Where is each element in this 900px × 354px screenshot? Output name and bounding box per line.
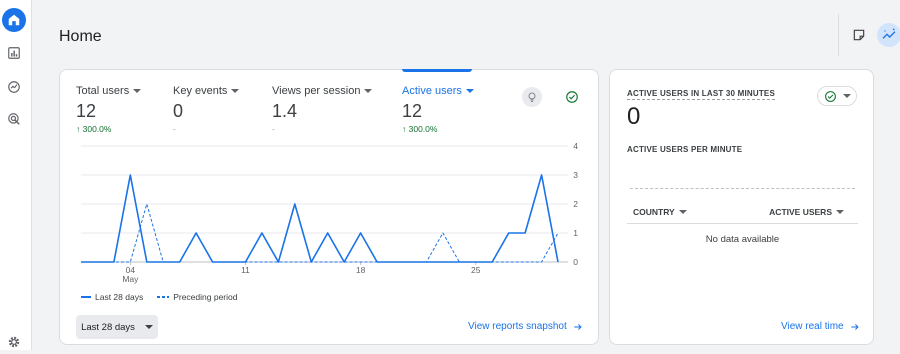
legend-solid-line-icon (81, 296, 91, 298)
column-header-active-users[interactable]: ACTIVE USERS (769, 207, 844, 217)
view-real-time-link[interactable]: View real time (781, 321, 860, 332)
main-content: Home Total users 12 ↑ 300.0% Key events … (33, 0, 900, 350)
column-header-country[interactable]: COUNTRY (633, 207, 687, 217)
notes-button[interactable] (847, 23, 871, 47)
metric-label[interactable]: Active users (402, 85, 474, 97)
metric-views-per-session[interactable]: Views per session 1.4 - (272, 85, 373, 135)
nav-home-button[interactable] (2, 8, 26, 32)
metric-value: 12 (76, 101, 97, 121)
notes-icon (853, 29, 865, 41)
metric-label[interactable]: Views per session (272, 85, 373, 97)
chart-legend: Last 28 days Preceding period (81, 292, 237, 302)
legend-dashed-line-icon (157, 296, 170, 298)
y-tick-label: 3 (573, 170, 578, 180)
lightbulb-icon (528, 92, 536, 102)
metric-change: ↑ 300.0% (402, 124, 438, 134)
caret-down-icon (842, 94, 851, 98)
metric-label[interactable]: Total users (76, 85, 142, 97)
users-line-chart: 0 1 2 3 4 04 May 11 18 25 (60, 140, 600, 290)
left-nav-sidebar (0, 0, 32, 350)
realtime-card: ACTIVE USERS IN LAST 30 MINUTES 0 ACTIVE… (609, 69, 874, 345)
gear-icon (8, 336, 20, 348)
metric-label[interactable]: Key events (173, 85, 240, 97)
nav-explore-button[interactable] (2, 75, 26, 99)
realtime-title: ACTIVE USERS IN LAST 30 MINUTES (627, 89, 775, 100)
active-tab-indicator (402, 69, 472, 72)
metric-change: ↑ 300.0% (76, 124, 112, 134)
top-actions (838, 14, 900, 56)
realtime-table-header: COUNTRY ACTIVE USERS (627, 204, 858, 224)
metric-total-users[interactable]: Total users 12 ↑ 300.0% (76, 85, 142, 135)
metric-value: 0 (173, 101, 184, 121)
nav-advertising-button[interactable] (2, 107, 26, 131)
metrics-overview-card: Total users 12 ↑ 300.0% Key events 0 - V… (59, 69, 599, 345)
insights-icon (882, 28, 896, 39)
insights-suggestion-button[interactable] (522, 87, 542, 107)
chart-svg: 0123404May11 18 25 (81, 141, 578, 284)
explore-icon (8, 81, 20, 93)
x-tick-label: 18 (356, 265, 366, 275)
caret-down-icon (231, 89, 240, 93)
caret-down-icon (144, 325, 153, 329)
date-range-selector[interactable]: Last 28 days (76, 315, 158, 339)
check-circle-icon (824, 90, 836, 102)
per-minute-baseline (630, 188, 855, 189)
per-minute-label: ACTIVE USERS PER MINUTE (627, 145, 743, 154)
metric-change: - (173, 124, 176, 134)
caret-down-icon (836, 210, 844, 214)
nav-reports-button[interactable] (2, 41, 26, 65)
home-icon (8, 14, 20, 26)
metric-value: 1.4 (272, 101, 298, 121)
metric-change: - (272, 124, 275, 134)
series-line-last-28-days (81, 174, 559, 263)
metric-key-events[interactable]: Key events 0 - (173, 85, 240, 135)
view-reports-snapshot-link[interactable]: View reports snapshot (468, 321, 583, 332)
target-icon (8, 113, 20, 125)
no-data-message: No data available (705, 234, 780, 245)
bar-chart-icon (8, 47, 20, 59)
caret-down-icon (133, 89, 142, 93)
y-tick-label: 0 (573, 257, 578, 267)
realtime-quality-dropdown[interactable] (817, 86, 857, 106)
caret-down-icon (465, 89, 474, 93)
legend-item-preceding: Preceding period (157, 292, 237, 302)
realtime-active-users-value: 0 (627, 103, 641, 130)
x-tick-label: 11 (241, 265, 250, 275)
legend-item-current: Last 28 days (81, 292, 143, 302)
insights-button[interactable] (877, 23, 900, 47)
data-quality-check-button[interactable] (562, 87, 582, 107)
y-tick-label: 2 (573, 199, 578, 209)
x-tick-label: May (122, 274, 139, 284)
metric-active-users[interactable]: Active users 12 ↑ 300.0% (402, 85, 474, 135)
arrow-right-icon (574, 323, 582, 330)
x-tick-label: 25 (471, 265, 481, 275)
y-tick-label: 4 (573, 141, 578, 151)
caret-down-icon (678, 210, 687, 214)
caret-down-icon (364, 89, 373, 93)
y-tick-label: 1 (573, 228, 578, 238)
metric-value: 12 (402, 101, 423, 121)
arrow-right-icon (850, 323, 859, 330)
check-circle-icon (566, 91, 578, 103)
page-title: Home (59, 28, 102, 45)
settings-button[interactable] (2, 330, 26, 354)
